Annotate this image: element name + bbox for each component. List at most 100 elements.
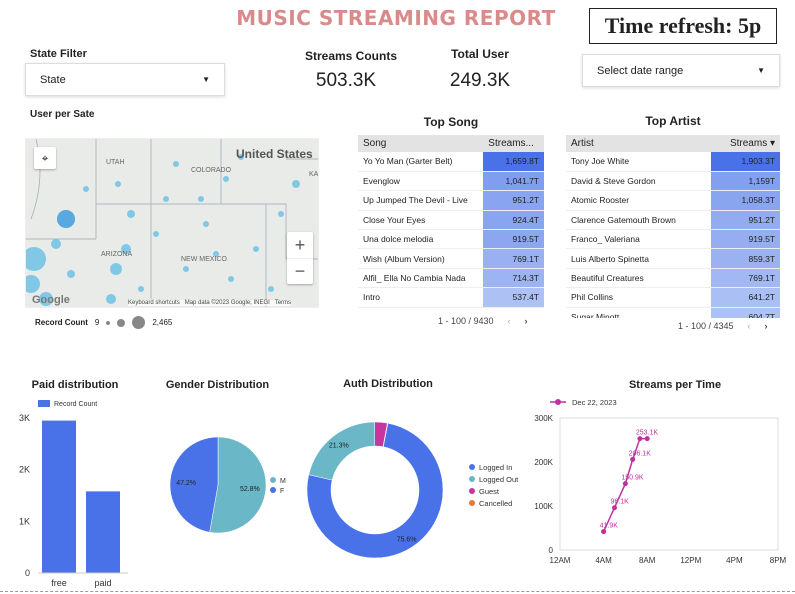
date-range-value: Select date range [597,64,684,77]
prev-page-icon[interactable]: ‹ [748,321,751,331]
date-range-dropdown[interactable]: Select date range ▼ [582,54,780,87]
song-row[interactable]: Up Jumped The Devil - Live 951.2T [358,190,544,211]
row-streams-cell: 924.4T [483,210,544,231]
artist-row[interactable]: Sugar Minott 604.7T [566,307,780,318]
slice-label: 47.2% [176,480,196,487]
y-tick-label: 0 [25,568,30,578]
next-page-icon[interactable]: › [525,316,528,326]
state-filter-dropdown[interactable]: State ▼ [25,63,225,96]
user-map[interactable]: ⌖ United States UTAH COLORADO KA ARIZONA… [25,138,319,308]
time-refresh-label: Time refresh: 5p [589,8,777,44]
next-page-icon[interactable]: › [765,321,768,331]
row-name-cell: Up Jumped The Devil - Live [358,190,484,211]
legend-label: Logged In [479,463,512,472]
song-row[interactable]: Alfil_ Ella No Cambia Nada 714.3T [358,268,544,289]
map-legend-label: Record Count [35,318,88,327]
paid-distribution-title: Paid distribution [31,379,119,391]
legend-label: Dec 22, 2023 [572,398,617,407]
top-song-pager: 1 - 100 / 9430 ‹ › [438,316,528,326]
artist-row[interactable]: Luis Alberto Spinetta 859.3T [566,248,780,269]
song-row[interactable]: Evenglow 1,041.7T [358,171,544,192]
row-streams-cell: 1,903.3T [710,152,780,172]
data-label: 206.1K [629,450,652,457]
caret-down-icon: ▼ [202,75,210,84]
top-artist-title: Top Artist [645,114,701,128]
prev-page-icon[interactable]: ‹ [508,316,511,326]
legend-label: Guest [479,487,500,496]
map-bubbles [26,154,300,306]
row-name-cell: Sugar Minott [566,307,711,318]
row-streams-cell: 714.3T [483,268,544,289]
artist-row[interactable]: Tony Joe White 1,903.3T [566,152,780,172]
row-name-cell: Intro [358,287,484,308]
song-row[interactable]: Intro 537.4T [358,287,544,308]
data-point [630,456,636,462]
row-streams-cell: 951.2T [483,190,544,211]
song-row[interactable]: Wish (Album Version) 769.1T [358,248,544,269]
artist-row[interactable]: Atomic Rooster 1,058.3T [566,190,780,211]
legend-label: M [280,478,286,485]
song-row[interactable]: Una dolce melodia 919.5T [358,229,544,250]
y-tick-label: 200K [534,458,553,467]
artist-row[interactable]: Beautiful Creatures 769.1T [566,268,780,289]
state-filter-label: State Filter [30,48,87,60]
legend-dot [469,464,475,470]
row-streams-cell: 769.1T [710,268,780,289]
zoom-in-button[interactable]: + [287,232,313,258]
row-name-cell: Yo Yo Man (Garter Belt) [358,152,484,172]
y-tick-label: 0 [549,546,554,555]
legend-small-dot-icon [106,320,111,325]
row-name-cell: David & Steve Gordon [566,171,711,192]
map-country-label: United States [236,147,313,161]
row-name-cell: Close Your Eyes [358,210,484,231]
row-streams-cell: 1,058.3T [710,190,780,211]
row-streams-cell: 641.2T [710,287,780,308]
streams-per-time-chart: Dec 22, 2023 0 100K 200K 300K 12AM 4AM 8AM 12PM 4… [534,398,787,565]
artist-row[interactable]: Clarence Gatemouth Brown 951.2T [566,210,780,231]
location-pin-icon[interactable]: ⌖ [34,147,56,169]
data-point [637,436,643,442]
streams-column-header[interactable]: Streams ▾ [710,135,780,152]
row-name-cell: Tony Joe White [566,152,711,172]
legend-dot [469,488,475,494]
x-tick-label: paid [94,578,111,588]
map-attribution: Keyboard shortcuts Map data ©2023 Google… [128,300,292,306]
top-song-table: Song Streams... Yo Yo Man (Garter Belt) 1… [358,135,544,308]
row-streams-cell: 951.2T [710,210,780,231]
zoom-out-button[interactable]: − [287,258,313,284]
top-artist-pager: 1 - 100 / 4345 ‹ › [678,321,768,331]
x-tick-label: 8PM [770,556,787,565]
legend-label: Record Count [54,401,97,408]
y-tick-label: 2K [19,465,30,475]
artist-row[interactable]: Franco_ Valeriana 919.5T [566,229,780,250]
row-name-cell: Beautiful Creatures [566,268,711,289]
row-streams-cell: 769.1T [483,248,544,269]
row-streams-cell: 604.7T [710,307,780,318]
legend-dot [469,500,475,506]
artist-row[interactable]: Phil Collins 641.2T [566,287,780,308]
top-artist-table: Artist Streams ▾ Tony Joe White 1,903.3T D… [566,135,780,318]
row-name-cell: Wish (Album Version) [358,248,484,269]
data-label: 96.1K [611,499,630,506]
data-point [644,436,650,442]
legend-dot [270,477,276,483]
row-streams-cell: 537.4T [483,287,544,308]
legend-large-dot-icon [132,316,146,329]
x-tick-label: 4PM [726,556,743,565]
slice-label: 75.6% [397,537,417,544]
legend-dot [270,487,276,493]
streams-count-label: Streams Counts [304,49,398,63]
row-name-cell: Atomic Rooster [566,190,711,211]
song-row[interactable]: Yo Yo Man (Garter Belt) 1,659.8T [358,152,544,172]
legend-dot [469,476,475,482]
map-canvas[interactable] [26,139,319,308]
streams-column-header[interactable]: Streams... [483,135,544,152]
map-state-label: UTAH [106,159,125,166]
song-row[interactable]: Close Your Eyes 924.4T [358,210,544,231]
y-tick-label: 1K [19,516,30,526]
song-column-header[interactable]: Song [358,135,484,152]
artist-column-header[interactable]: Artist [566,135,711,152]
row-name-cell: Franco_ Valeriana [566,229,711,250]
row-name-cell: Clarence Gatemouth Brown [566,210,711,231]
artist-row[interactable]: David & Steve Gordon 1,159T [566,171,780,192]
